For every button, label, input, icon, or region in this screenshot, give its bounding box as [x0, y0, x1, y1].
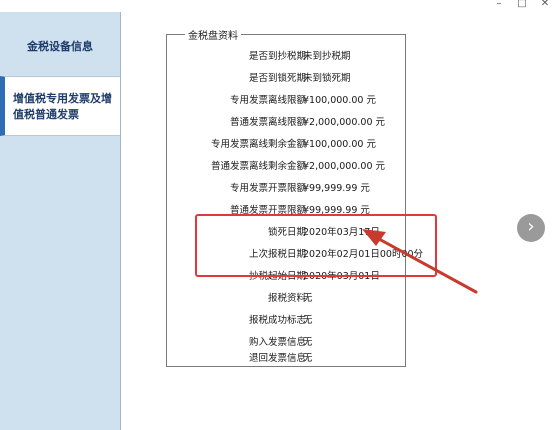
- next-page-button[interactable]: ›: [517, 214, 545, 242]
- annotation-arrow: [362, 229, 478, 294]
